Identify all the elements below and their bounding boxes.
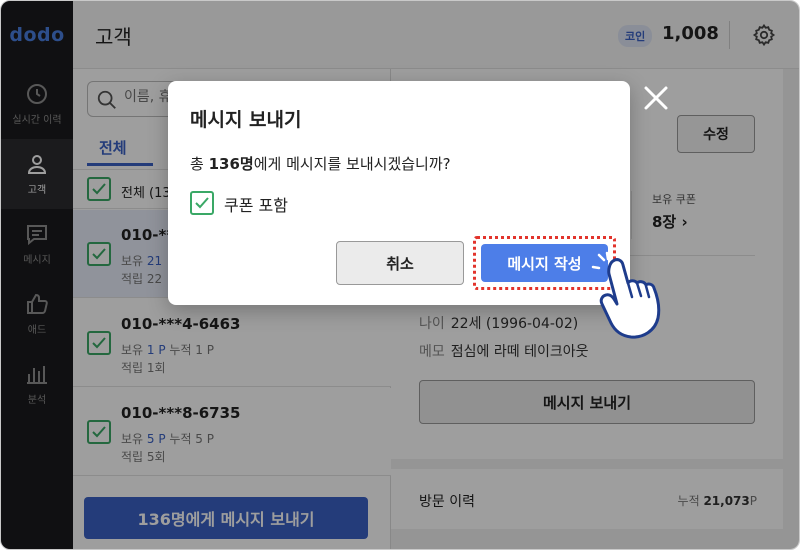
pointing-hand-icon (591, 251, 661, 339)
dialog-message-prefix: 총 (190, 155, 209, 173)
compose-message-button[interactable]: 메시지 작성 (481, 244, 608, 282)
include-coupon-checkbox[interactable] (190, 191, 214, 215)
check-icon (195, 197, 209, 209)
app-window: dodo 실시간 이력 고객 메시지 애드 분석 고객 코인 1,008 이름,… (0, 0, 800, 550)
dialog-title: 메시지 보내기 (190, 109, 302, 131)
close-icon[interactable] (643, 85, 669, 111)
recipient-count: 136명 (208, 155, 254, 173)
dialog-message-suffix: 에게 메시지를 보내시겠습니까? (253, 155, 451, 173)
send-message-dialog: 메시지 보내기 총 136명에게 메시지를 보내시겠습니까? 쿠폰 포함 취소 … (168, 81, 630, 305)
cancel-button[interactable]: 취소 (336, 241, 464, 285)
dialog-message: 총 136명에게 메시지를 보내시겠습니까? (190, 153, 451, 174)
include-coupon-label[interactable]: 쿠폰 포함 (224, 192, 288, 216)
